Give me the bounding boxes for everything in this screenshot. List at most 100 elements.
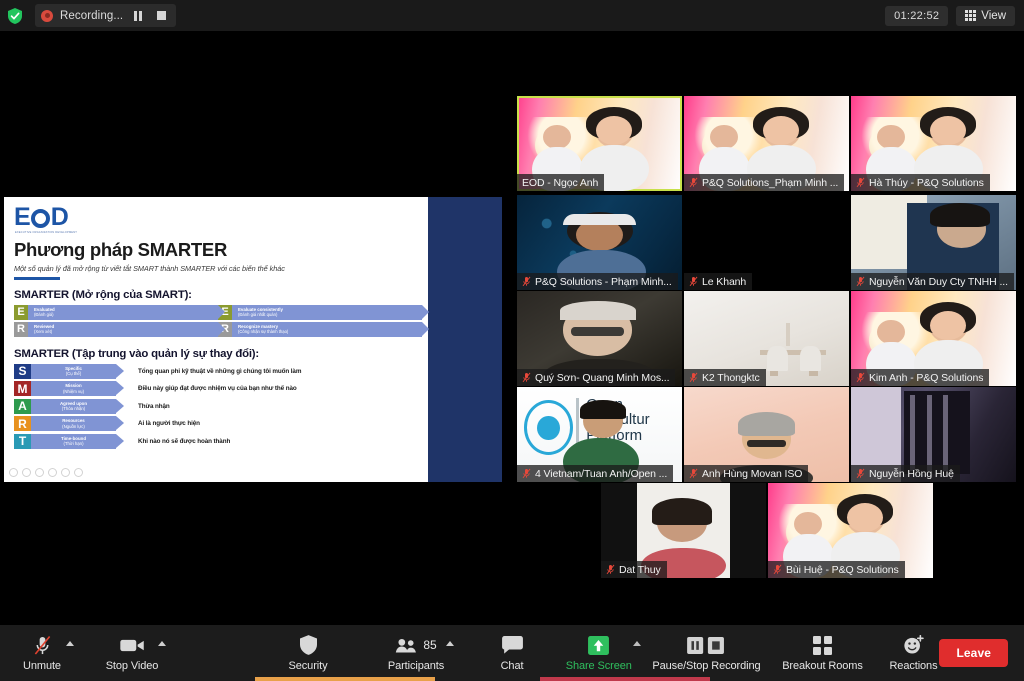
pause-stop-icon [687, 634, 725, 656]
slide-title: Phương pháp SMARTER [14, 239, 228, 260]
pause-stop-recording-label: Pause/Stop Recording [652, 660, 761, 672]
share-screen-button[interactable]: Share Screen [566, 625, 642, 681]
er-letter: E [14, 304, 28, 320]
stop-video-options-caret-icon[interactable] [158, 641, 166, 646]
participant-tile[interactable]: P&Q Solutions - Phạm Minh... [517, 195, 682, 290]
slide-control-icon[interactable] [61, 468, 70, 477]
stop-icon [156, 11, 166, 20]
reactions-button[interactable]: Reactions [887, 625, 939, 681]
microphone-muted-icon [522, 276, 531, 287]
participant-tile[interactable]: K2 Thongktc [684, 291, 849, 386]
shared-screen-slide[interactable]: ED EXECUTIVE ORGANIZATION DEVELOPMENT Ph… [4, 197, 502, 482]
smarter-row: R Resources (Nguồn lực) Ai là người thực hi… [14, 416, 422, 431]
smarter-translation: (Nguồn lực) [62, 423, 85, 429]
top-bar: Recording... 01:22:52 View [0, 0, 1024, 31]
participant-name-bar: Anh Hùng Movan ISO [684, 465, 809, 482]
recording-label: Recording... [60, 9, 124, 22]
participant-name: Nguyễn Hồng Huệ [869, 467, 954, 480]
smarter-translation: (Nhiệm vụ) [62, 388, 84, 394]
slide-control-icon[interactable] [35, 468, 44, 477]
share-screen-up-arrow-icon [588, 634, 610, 656]
participant-tile[interactable]: Nguyễn Văn Duy Cty TNHH ... [851, 195, 1016, 290]
participant-tile[interactable]: Bùi Huệ - P&Q Solutions [768, 483, 933, 578]
microphone-muted-icon [856, 468, 865, 479]
smarter-term-body: Specific (Cụ thể) [31, 363, 124, 379]
smarter-description: Khi nào nó sẽ được hoàn thành [138, 437, 231, 445]
microphone-muted-icon [522, 372, 531, 383]
participant-tile[interactable]: Quý Sơn- Quang Minh Mos... [517, 291, 682, 386]
participant-name-bar: 4 Vietnam/Tuan Anh/Open ... [517, 465, 674, 482]
smarter-description: Điều này giúp đạt được nhiệm vụ của bạn … [138, 385, 297, 392]
participant-tile[interactable]: P&Q Solutions_Phạm Minh ... [684, 96, 849, 191]
stop-recording-button[interactable] [153, 8, 169, 24]
participant-name-bar: K2 Thongktc [684, 369, 766, 386]
participant-name-bar: Bùi Huệ - P&Q Solutions [768, 561, 905, 578]
chat-button[interactable]: Chat [486, 625, 538, 681]
grid-view-icon [965, 10, 977, 21]
chat-label: Chat [500, 660, 524, 672]
unmute-button[interactable]: Unmute [16, 625, 74, 681]
participant-tile[interactable]: OpenAgriculturPlatform4 Vietnam/Tuan Anh… [517, 387, 682, 482]
slide-control-icon[interactable] [9, 468, 18, 477]
smarter-term-body: Mission (Nhiệm vụ) [31, 381, 124, 396]
leave-button[interactable]: Leave [939, 639, 1008, 667]
slide-viewer-controls[interactable] [9, 468, 83, 477]
security-button[interactable]: Security [282, 625, 334, 681]
er-translation: (Công nhận sự thành thạo) [238, 329, 289, 335]
participant-name: Quý Sơn- Quang Minh Mos... [535, 371, 670, 384]
participant-tile[interactable]: Kim Anh - P&Q Solutions [851, 291, 1016, 386]
participants-options-caret-icon[interactable] [446, 641, 454, 646]
share-screen-options-caret-icon[interactable] [633, 641, 642, 646]
smarter-letter: M [14, 381, 31, 396]
bottom-strip-orange [255, 677, 435, 681]
stop-video-button[interactable]: Stop Video [106, 625, 166, 681]
unmute-options-caret-icon[interactable] [66, 641, 74, 646]
participant-name-bar: EOD - Ngọc Anh [517, 174, 605, 191]
view-button[interactable]: View [956, 5, 1015, 26]
smarter-list: S Specific (Cụ thể) Tổng quan phi kỹ thuật … [14, 363, 422, 449]
participant-tile[interactable]: Anh Hùng Movan ISO [684, 387, 849, 482]
participant-name-bar: P&Q Solutions - Phạm Minh... [517, 273, 678, 290]
participant-tile[interactable]: EOD - Ngọc Anh [517, 96, 682, 191]
smarter-row: S Specific (Cụ thể) Tổng quan phi kỹ thuật … [14, 363, 422, 379]
slide-control-icon[interactable] [74, 468, 83, 477]
slide-control-icon[interactable] [22, 468, 31, 477]
participants-count: 85 [423, 638, 437, 652]
title-divider [14, 277, 60, 280]
participants-button[interactable]: 85 Participants [387, 625, 454, 681]
smarter-translation: (Thỏa nhận) [61, 406, 86, 412]
er-body: Reviewed (Xem xét) [28, 321, 225, 337]
share-screen-label: Share Screen [565, 660, 632, 672]
participant-tile[interactable]: Dat Thuy [601, 483, 766, 578]
breakout-grid-icon [812, 634, 832, 656]
security-shield-icon[interactable] [8, 7, 22, 24]
participant-tile[interactable]: Hà Thúy - P&Q Solutions [851, 96, 1016, 191]
slide-control-icon[interactable] [48, 468, 57, 477]
participant-name-bar: Hà Thúy - P&Q Solutions [851, 174, 990, 191]
participants-icon-group: 85 [395, 634, 437, 656]
pause-icon [134, 10, 143, 21]
er-body: Evaluate consistently (Đánh giá nhất quán… [232, 304, 429, 320]
er-translation: (Đánh giá) [34, 312, 54, 318]
participant-tile[interactable]: Nguyễn Hồng Huệ [851, 387, 1016, 482]
breakout-rooms-button[interactable]: Breakout Rooms [782, 625, 863, 681]
er-column-right: E Evaluate consistently (Đánh giá nhất quá… [218, 304, 429, 339]
er-row: E Evaluate consistently (Đánh giá nhất quá… [218, 304, 429, 320]
participant-name-bar: Nguyễn Hồng Huệ [851, 465, 960, 482]
participants-label: Participants [387, 660, 445, 672]
slide-navy-panel [428, 197, 502, 482]
er-body: Evaluated (Đánh giá) [28, 304, 225, 320]
pause-stop-recording-button[interactable]: Pause/Stop Recording [652, 625, 761, 681]
participant-name: Hà Thúy - P&Q Solutions [869, 176, 984, 189]
microphone-muted-icon [33, 634, 52, 656]
meeting-timer: 01:22:52 [885, 5, 949, 26]
pause-recording-button[interactable] [130, 8, 146, 24]
smarter-description: Ai là người thực hiện [138, 420, 200, 427]
microphone-muted-icon [606, 564, 615, 575]
slide-subtitle: Một số quản lý đã mở rộng từ viết tắt SM… [14, 264, 285, 273]
participant-name: Anh Hùng Movan ISO [702, 467, 803, 480]
view-button-label: View [981, 9, 1006, 22]
participant-name: Bùi Huệ - P&Q Solutions [786, 563, 899, 576]
participant-tile[interactable]: Le Khanh [684, 195, 849, 290]
er-row: E Evaluated (Đánh giá) [14, 304, 225, 320]
